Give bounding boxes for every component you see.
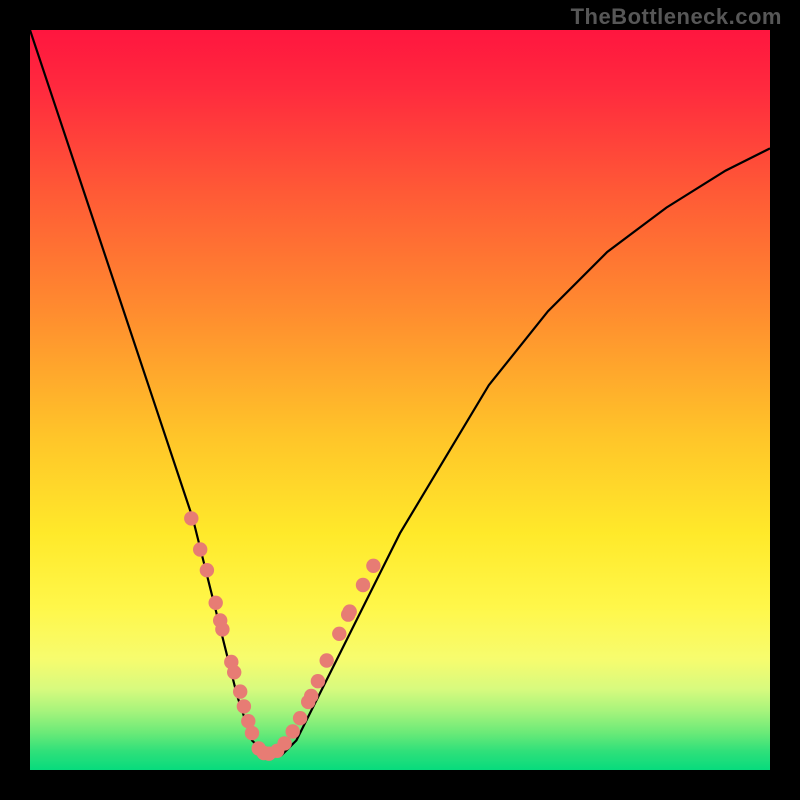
marker-dot bbox=[343, 604, 357, 618]
marker-dot bbox=[356, 578, 370, 592]
marker-dot bbox=[200, 563, 214, 577]
watermark-text: TheBottleneck.com bbox=[571, 4, 782, 30]
plot-area bbox=[30, 30, 770, 770]
marker-dot bbox=[320, 653, 334, 667]
bottleneck-curve bbox=[30, 30, 770, 755]
marker-dot bbox=[209, 596, 223, 610]
marker-dot bbox=[366, 559, 380, 573]
marker-dot bbox=[233, 684, 247, 698]
chart-overlay bbox=[30, 30, 770, 770]
marker-dot bbox=[184, 511, 198, 525]
marker-dot bbox=[215, 622, 229, 636]
marker-dot bbox=[227, 665, 241, 679]
marker-dot bbox=[245, 726, 259, 740]
sample-markers bbox=[184, 511, 380, 761]
marker-dot bbox=[237, 699, 251, 713]
marker-dot bbox=[332, 627, 346, 641]
marker-dot bbox=[277, 736, 291, 750]
marker-dot bbox=[311, 674, 325, 688]
marker-dot bbox=[193, 542, 207, 556]
marker-dot bbox=[293, 711, 307, 725]
marker-dot bbox=[286, 724, 300, 738]
marker-dot bbox=[304, 689, 318, 703]
chart-frame: TheBottleneck.com bbox=[0, 0, 800, 800]
